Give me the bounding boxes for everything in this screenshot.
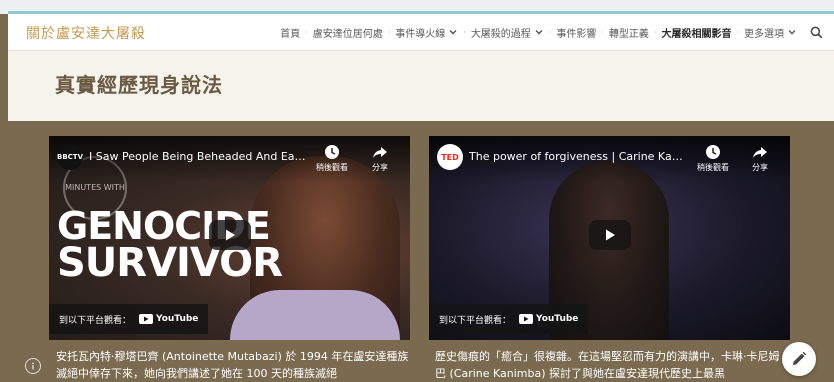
youtube-label: YouTube [156,314,199,324]
youtube-logo: YouTube [139,314,198,324]
share-button[interactable]: 分享 [739,144,781,173]
page-title: 真實經歷現身說法 [55,73,223,97]
nav-label: 盧安達位居何處 [312,28,383,40]
thumbnail-shirt [230,290,400,340]
watch-later-button[interactable]: 稍後觀看 [692,144,734,173]
nav-label: 首頁 [280,28,301,40]
nav-label: 事件影響 [556,28,597,40]
share-icon [753,147,767,158]
clock-icon [325,145,339,159]
info-button[interactable] [25,358,41,374]
main-nav: 首頁 · 盧安達位居何處 · 事件導火線 · 大屠殺的過程 · 事件影響 · 轉… [275,14,824,50]
youtube-icon [519,314,534,324]
channel-avatar[interactable]: BBCTV [57,144,83,170]
chevron-down-icon [449,30,457,35]
edit-button[interactable] [782,342,816,376]
nav-item-more[interactable]: 更多選項 [739,25,802,40]
nav-item-location[interactable]: 盧安達位居何處 [308,25,388,40]
play-icon [606,229,615,241]
chevron-down-icon [535,30,543,35]
nav-item-home[interactable]: 首頁 [275,25,305,40]
nav-item-process[interactable]: 大屠殺的過程 [466,25,549,40]
watch-on-label: 到以下平台觀看： [439,315,512,326]
share-icon [373,147,387,158]
share-label: 分享 [752,163,768,172]
share-label: 分享 [372,163,388,172]
video-title[interactable]: I Saw People Being Beheaded And Eaten ..… [89,150,309,163]
nav-label: 大屠殺相關影音 [661,28,732,40]
chevron-down-icon [788,30,796,35]
play-button[interactable] [589,220,631,250]
search-icon [810,26,822,38]
nav-item-media[interactable]: 大屠殺相關影音 [656,25,736,40]
site-header: 關於盧安達大屠殺 首頁 · 盧安達位居何處 · 事件導火線 · 大屠殺的過程 ·… [8,14,834,51]
youtube-label: YouTube [536,314,579,324]
video-title[interactable]: The power of forgiveness | Carine Kanim.… [469,150,689,163]
watch-on-youtube[interactable]: 到以下平台觀看： YouTube [49,304,209,334]
page-header: 真實經歷現身說法 [8,51,834,121]
video-embed[interactable]: MINUTES WITH GENOCIDE SURVIVOR BBCTV I S… [49,136,410,340]
watch-later-label: 稍後觀看 [316,163,348,172]
share-button[interactable]: 分享 [359,144,401,173]
pencil-icon [793,351,807,365]
thumbnail-line: SURVIVOR [57,240,283,287]
watch-on-label: 到以下平台觀看： [59,315,132,326]
play-button[interactable] [209,220,251,250]
youtube-icon [139,314,154,324]
nav-label: 更多選項 [744,28,784,40]
site-title[interactable]: 關於盧安達大屠殺 [26,23,146,43]
watch-later-label: 稍後觀看 [697,163,729,172]
search-button[interactable] [808,24,824,40]
video-embed[interactable]: TED The power of forgiveness | Carine Ka… [429,136,790,340]
clock-icon [706,145,720,159]
watch-on-youtube[interactable]: 到以下平台觀看： YouTube [429,304,589,334]
nav-item-impact[interactable]: 事件影響 [551,25,601,40]
nav-item-trigger[interactable]: 事件導火線 [390,25,463,40]
nav-item-justice[interactable]: 轉型正義 [604,25,654,40]
info-icon [32,362,34,370]
nav-label: 事件導火線 [395,28,446,40]
nav-label: 轉型正義 [608,28,649,40]
watch-later-button[interactable]: 稍後觀看 [311,144,353,173]
video-section: MINUTES WITH GENOCIDE SURVIVOR BBCTV I S… [8,121,834,380]
play-icon [226,229,235,241]
nav-label: 大屠殺的過程 [470,28,531,40]
youtube-logo: YouTube [519,314,578,324]
channel-avatar[interactable]: TED [437,144,463,170]
